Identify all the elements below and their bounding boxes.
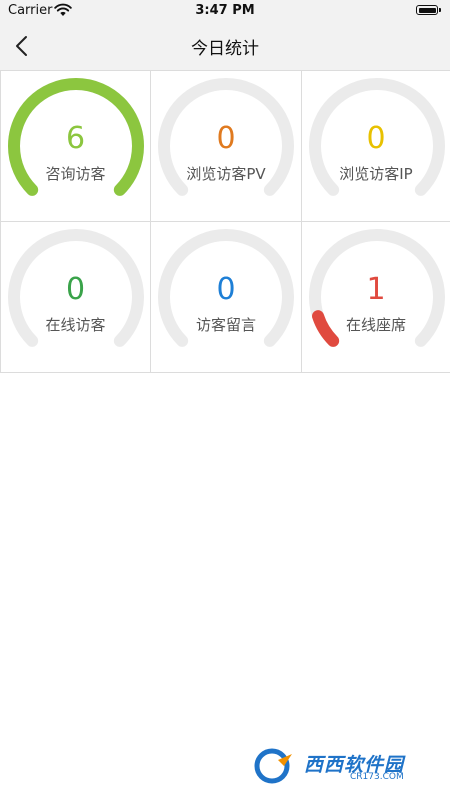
watermark-sub: CR173.COM [350,772,404,782]
stat-value: 0 [216,121,236,156]
stat-card-online-visitors[interactable]: 0 在线访客 [0,222,151,373]
watermark-c-icon [254,748,292,784]
navigation-bar: 今日统计 [0,22,450,70]
stat-value: 0 [216,272,236,307]
stat-value: 1 [366,272,386,307]
stat-value: 6 [65,121,86,156]
stat-label: 浏览访客PV [186,165,266,183]
stat-label: 咨询访客 [45,165,106,183]
stat-card-consult-visitors[interactable]: 6 咨询访客 [0,71,151,222]
stats-grid: 6 咨询访客 0 浏览访客PV 0 浏览访客IP 0 在线访客 0 访客留言 1 在线座席 [0,70,450,373]
stat-value: 0 [65,272,86,307]
stat-card-visitor-messages[interactable]: 0 访客留言 [151,222,302,373]
stat-label: 在线访客 [45,316,106,334]
page-title: 今日统计 [191,39,259,59]
battery-icon [416,5,441,15]
stat-value: 0 [366,121,386,156]
stat-card-browse-ip[interactable]: 0 浏览访客IP [302,71,450,222]
status-bar: Carrier 3:47 PM [0,0,450,22]
watermark-logo: 西西软件园 CR173.COM [252,746,432,786]
stat-card-online-seats[interactable]: 1 在线座席 [302,222,450,373]
stat-label: 在线座席 [345,316,406,334]
stat-label: 访客留言 [195,316,256,334]
clock: 3:47 PM [195,3,255,18]
stat-label: 浏览访客IP [339,165,413,183]
stat-card-browse-pv[interactable]: 0 浏览访客PV [151,71,302,222]
